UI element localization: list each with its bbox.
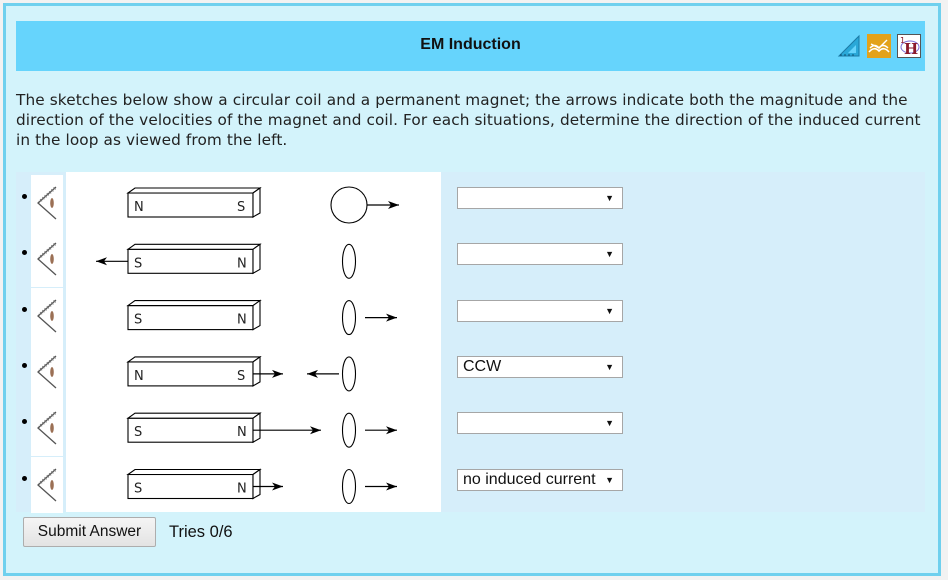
- induced-current-select[interactable]: no induced current ▼: [457, 468, 623, 491]
- eye-viewer-icon: [31, 175, 63, 231]
- answer-row: ▼: [16, 287, 646, 344]
- chevron-down-icon: ▼: [605, 418, 614, 429]
- chevron-down-icon: ▼: [605, 361, 614, 372]
- chevron-down-icon: ▼: [605, 193, 614, 203]
- eye-viewer-icon: [31, 400, 63, 457]
- triangle-ruler-icon[interactable]: [837, 34, 861, 58]
- list-bullet: [22, 475, 27, 481]
- selected-value: CCW: [463, 357, 502, 375]
- answer-row: ▼: [16, 231, 646, 288]
- eye-viewer-icon: [31, 456, 63, 513]
- svg-text:H: H: [904, 40, 918, 58]
- submit-answer-button[interactable]: Submit Answer: [23, 517, 156, 547]
- open-book-icon[interactable]: [867, 34, 891, 58]
- induced-current-select[interactable]: CCW ▼: [457, 355, 623, 378]
- problem-panel: EM Induction 1 H The sketches below show…: [3, 3, 941, 576]
- answer-row: CCW ▼: [16, 343, 646, 400]
- answer-row: ▼: [16, 175, 646, 231]
- list-bullet: [22, 306, 27, 312]
- tries-counter: Tries 0/6: [169, 523, 233, 541]
- list-bullet: [22, 194, 27, 199]
- eye-viewer-icon: [31, 231, 63, 288]
- chevron-down-icon: ▼: [605, 249, 614, 260]
- list-bullet: [22, 419, 27, 425]
- eye-viewer-icon: [31, 343, 63, 400]
- problem-title: EM Induction: [420, 36, 521, 53]
- chevron-down-icon: ▼: [605, 305, 614, 316]
- answer-row: ▼: [16, 400, 646, 457]
- list-bullet: [22, 250, 27, 256]
- selected-value: no induced current: [463, 470, 596, 488]
- eye-viewer-icon: [31, 287, 63, 344]
- chevron-down-icon: ▼: [605, 474, 614, 485]
- problem-header: EM Induction 1 H: [16, 21, 925, 71]
- induced-current-select[interactable]: ▼: [457, 243, 623, 266]
- induced-current-select[interactable]: ▼: [457, 187, 623, 209]
- problem-statement: The sketches below show a circular coil …: [16, 91, 921, 149]
- answer-row: no induced current ▼: [16, 456, 646, 513]
- induced-current-select[interactable]: ▼: [457, 412, 623, 435]
- induced-current-select[interactable]: ▼: [457, 299, 623, 322]
- list-bullet: [22, 362, 27, 368]
- periodic-element-icon[interactable]: 1 H: [897, 34, 921, 58]
